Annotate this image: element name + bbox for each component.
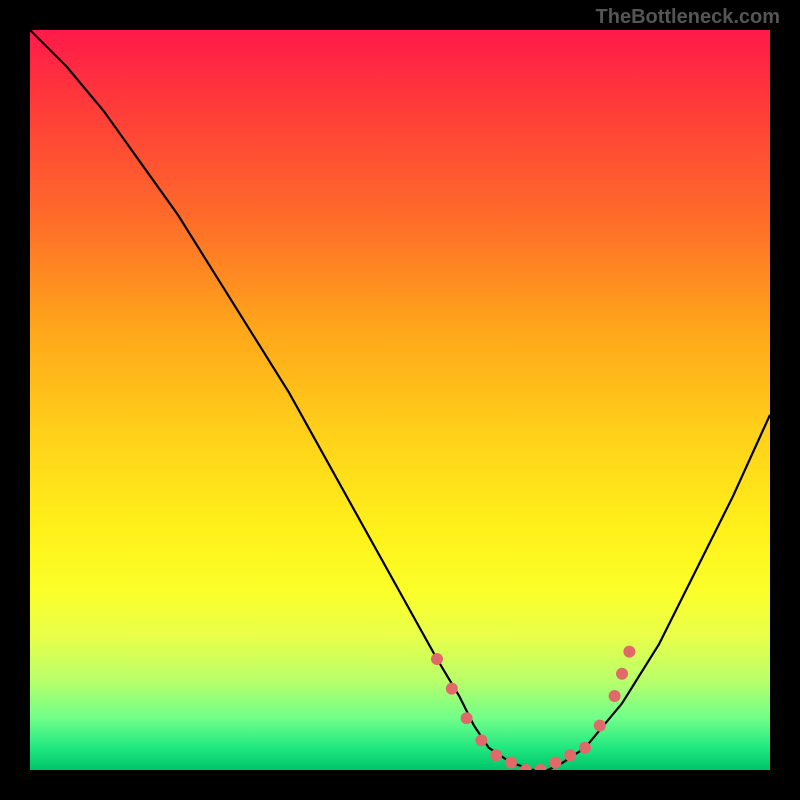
chart-plot-area (30, 30, 770, 770)
bottleneck-curve (30, 30, 770, 770)
highlight-dot (579, 742, 591, 754)
highlight-dot (609, 690, 621, 702)
highlight-dot (623, 646, 635, 658)
highlight-dot (490, 749, 502, 761)
highlight-dot (616, 668, 628, 680)
watermark-text: TheBottleneck.com (596, 6, 780, 29)
highlight-dot (564, 749, 576, 761)
highlight-dot (505, 757, 517, 769)
highlight-dot (431, 653, 443, 665)
highlight-dot (461, 712, 473, 724)
highlight-dot (594, 720, 606, 732)
highlight-dot (535, 764, 547, 770)
highlight-dot (549, 757, 561, 769)
highlight-dot (446, 683, 458, 695)
highlight-dot (475, 734, 487, 746)
highlight-dot (520, 764, 532, 770)
